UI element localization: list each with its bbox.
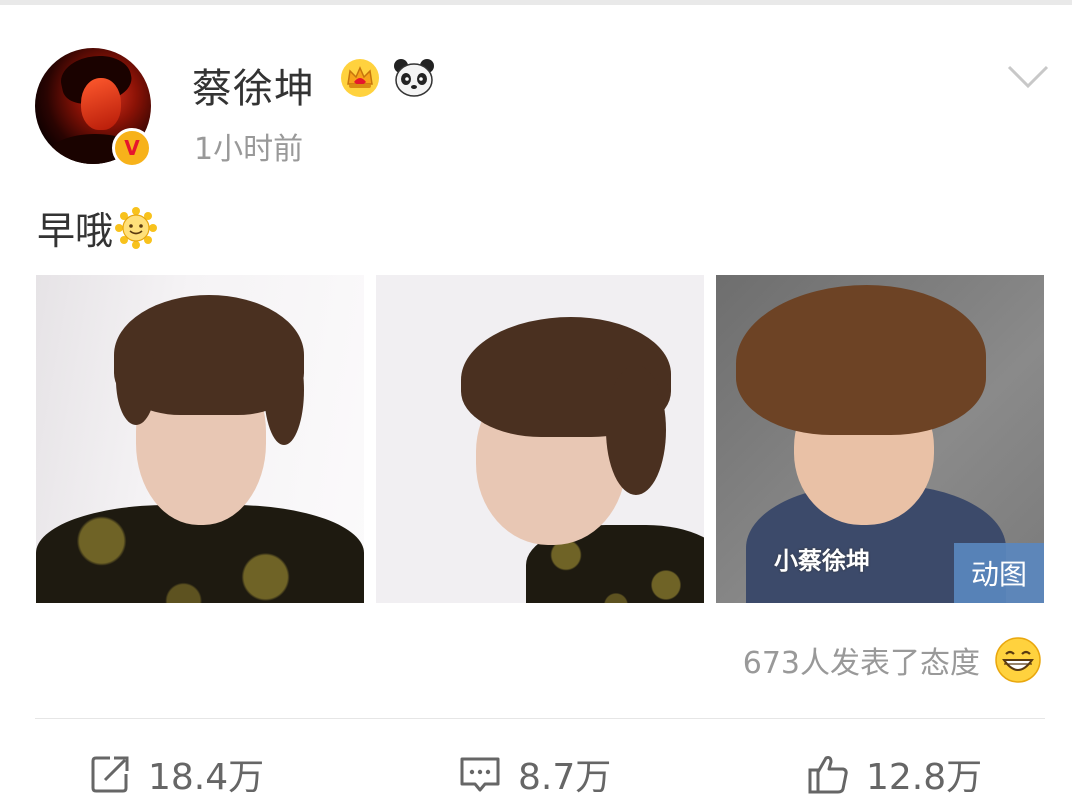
reactions-summary[interactable]: 673人发表了态度: [743, 636, 1042, 684]
post-image-1[interactable]: [36, 275, 364, 603]
reactions-text: 673人发表了态度: [742, 646, 980, 681]
repost-button[interactable]: 18.4万: [88, 748, 264, 800]
thumbs-up-icon: [808, 756, 848, 794]
verified-badge-icon: V: [112, 128, 152, 168]
top-border: [0, 0, 1072, 5]
comment-icon: [460, 757, 500, 792]
post-time: 1小时前: [194, 132, 304, 167]
like-button[interactable]: 12.8万: [806, 748, 982, 800]
post-image-2[interactable]: [376, 275, 704, 603]
post-text-content: 早哦: [37, 209, 114, 253]
panda-icon: [394, 59, 434, 97]
username[interactable]: 蔡徐坤: [192, 56, 315, 114]
comment-button[interactable]: 8.7万: [458, 748, 611, 800]
post-text: 早哦: [37, 200, 158, 255]
chevron-down-icon[interactable]: [1006, 62, 1050, 92]
grin-emoji-icon: [995, 637, 1041, 683]
crown-icon: [341, 59, 379, 97]
sun-emoji-icon: [115, 206, 158, 249]
repost-count: 18.4万: [148, 757, 265, 798]
comment-count: 8.7万: [518, 757, 612, 798]
post-image-3-gif[interactable]: 小蔡徐坤 动图: [716, 275, 1044, 603]
image-caption: 小蔡徐坤: [774, 547, 870, 575]
repost-icon: [91, 756, 129, 793]
like-count: 12.8万: [866, 757, 983, 798]
gif-badge: 动图: [954, 543, 1044, 603]
divider: [35, 718, 1045, 719]
